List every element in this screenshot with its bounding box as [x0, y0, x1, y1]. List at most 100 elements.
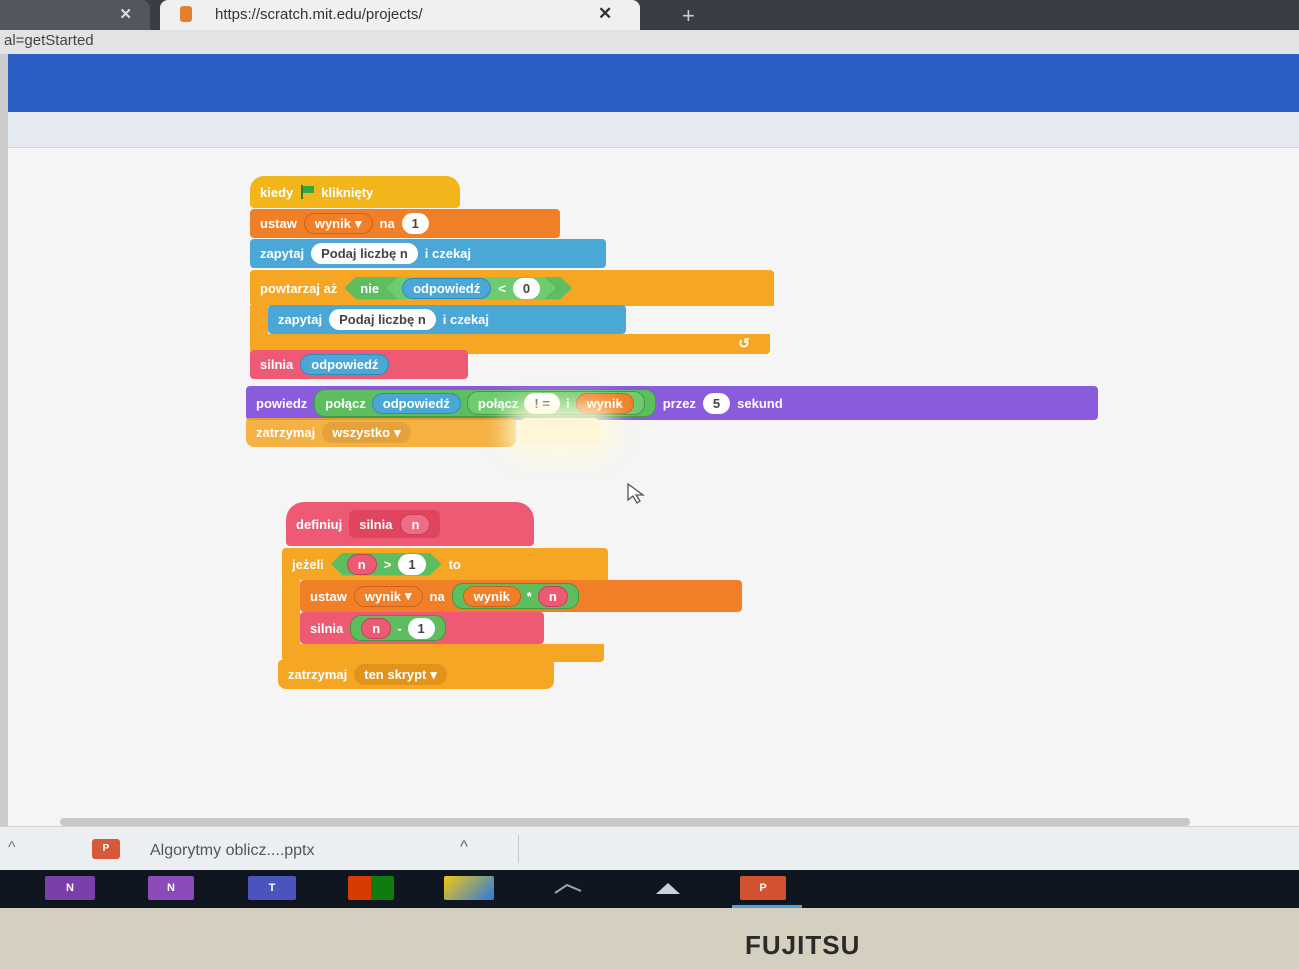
app-icon[interactable] [444, 876, 494, 900]
download-bar: ^ P Algorytmy oblicz....pptx ^ [0, 826, 1299, 870]
stop-all-block[interactable]: zatrzymaj wszystko ▾ [246, 418, 516, 447]
stop-option-dropdown[interactable]: wszystko ▾ [322, 422, 411, 443]
ask-label: zapytaj [278, 312, 323, 327]
variable-dropdown[interactable]: wynik ▾ [303, 213, 373, 234]
param-n-reporter[interactable]: n [537, 585, 568, 607]
procedure-name: silnia [359, 516, 393, 532]
less-than-operator: < [498, 280, 506, 296]
compare-value-input[interactable]: 1 [398, 554, 425, 575]
param-n-reporter[interactable]: n [361, 617, 392, 639]
onenote-icon[interactable]: N [45, 876, 95, 900]
monitor-bezel: FUJITSU [0, 908, 1299, 969]
not-condition[interactable]: nie odpowiedź < 0 [344, 277, 572, 300]
answer-reporter[interactable]: odpowiedź [402, 278, 491, 299]
variable-name: wynik [364, 588, 401, 604]
green-flag-icon [300, 185, 315, 199]
browser-tab-bar: ✕ https://scratch.mit.edu/projects/ ✕ + [0, 0, 1299, 30]
close-tab-icon[interactable]: ✕ [598, 4, 612, 24]
previous-tab[interactable]: ✕ [0, 0, 150, 30]
greater-than-condition[interactable]: n > 1 [331, 553, 442, 576]
if-arm [282, 578, 300, 648]
question-input[interactable]: Podaj liczbę n [329, 309, 436, 330]
code-workspace[interactable] [8, 148, 1299, 828]
procedure-name: silnia [310, 620, 344, 636]
chevron-left-icon[interactable]: ^ [8, 839, 16, 857]
address-bar[interactable]: al=getStarted [0, 30, 1299, 54]
then-label: to [448, 556, 461, 572]
result-reporter[interactable]: wynik [575, 392, 634, 414]
download-file-name[interactable]: Algorytmy oblicz....pptx [150, 842, 315, 860]
seconds-input[interactable]: 5 [702, 392, 731, 414]
chevron-down-icon: ▾ [404, 588, 412, 603]
windows-apps-icon[interactable] [348, 876, 394, 900]
stop-label: zatrzymaj [256, 425, 316, 440]
variable-dropdown[interactable]: wynik ▾ [353, 585, 423, 607]
param-n[interactable]: n [400, 513, 431, 535]
join-label: połącz [325, 395, 366, 411]
scratch-menu-bar [8, 54, 1299, 112]
result-reporter[interactable]: wynik [462, 585, 521, 607]
close-tab-icon[interactable]: ✕ [119, 5, 132, 23]
screen: ✕ https://scratch.mit.edu/projects/ ✕ + … [0, 0, 1299, 969]
divider [518, 835, 519, 863]
subtract-value-input[interactable]: 1 [407, 617, 435, 639]
set-label: ustaw [260, 216, 297, 231]
not-label: nie [360, 280, 380, 296]
set-variable-block[interactable]: ustaw wynik ▾ na 1 [250, 209, 560, 238]
value-input[interactable]: 1 [401, 213, 429, 234]
screen-glare [520, 418, 600, 444]
procedure-name: silnia [260, 357, 294, 372]
multiply-operator: * [526, 588, 532, 604]
if-block[interactable]: jeżeli n > 1 to [282, 548, 608, 580]
define-label: definiuj [296, 516, 343, 532]
join-label: połącz [477, 395, 519, 411]
chevron-down-icon: ▾ [354, 215, 362, 231]
question-input[interactable]: Podaj liczbę n [311, 243, 418, 264]
set-variable-block-inner[interactable]: ustaw wynik ▾ na wynik * n [300, 580, 742, 612]
repeat-until-block[interactable]: powtarzaj aż nie odpowiedź < 0 [250, 270, 774, 306]
compare-value-input[interactable]: 0 [513, 278, 540, 299]
set-label: ustaw [310, 588, 347, 604]
answer-reporter[interactable]: odpowiedź [371, 392, 461, 414]
powerpoint-icon[interactable]: P [740, 876, 786, 900]
chevron-up-icon[interactable]: ^ [460, 837, 468, 857]
ask-label: zapytaj [260, 246, 305, 261]
chevron-down-icon: ▾ [394, 424, 401, 440]
powerpoint-file-icon: P [92, 839, 120, 859]
join-reporter[interactable]: połącz odpowiedź połącz ! = i wynik [314, 389, 656, 417]
answer-reporter[interactable]: odpowiedź [300, 354, 390, 375]
when-flag-clicked-block[interactable]: kiedy kliknięty [250, 176, 460, 208]
ask-and-wait-block-inner[interactable]: zapytaj Podaj liczbę n i czekaj [268, 305, 626, 334]
say-for-secs-block[interactable]: powiedz połącz odpowiedź połącz ! = i wy… [246, 386, 1098, 420]
variable-name: wynik [314, 216, 351, 231]
ask-and-wait-block[interactable]: zapytaj Podaj liczbę n i czekaj [250, 239, 606, 268]
minus-operator: - [397, 620, 402, 636]
teams-icon[interactable]: T [248, 876, 296, 900]
multiply-reporter[interactable]: wynik * n [451, 583, 579, 609]
define-silnia-block[interactable]: definiuj silnia n [286, 502, 534, 546]
editor-toolbar [8, 112, 1299, 148]
window-frame [0, 54, 8, 914]
silnia-call-block[interactable]: silnia odpowiedź [250, 350, 468, 379]
text-input[interactable]: ! = [524, 392, 560, 414]
tab-title: https://scratch.mit.edu/projects/ [215, 6, 423, 23]
monitor-brand-logo: FUJITSU [745, 930, 861, 960]
mouse-pointer-icon [627, 482, 645, 504]
silnia-recursive-call[interactable]: silnia n - 1 [300, 612, 544, 644]
active-tab[interactable]: https://scratch.mit.edu/projects/ ✕ [160, 0, 640, 30]
stop-this-script-block[interactable]: zatrzymaj ten skrypt ▾ [278, 660, 554, 689]
minus-reporter[interactable]: n - 1 [350, 615, 446, 641]
network-icon[interactable] [548, 876, 588, 900]
arrow-icon[interactable] [648, 876, 688, 900]
new-tab-button[interactable]: + [682, 3, 695, 29]
stop-option-dropdown[interactable]: ten skrypt ▾ [354, 664, 447, 685]
join-reporter-inner[interactable]: połącz ! = i wynik [466, 391, 645, 415]
param-n-reporter[interactable]: n [347, 554, 377, 575]
horizontal-scrollbar[interactable] [60, 818, 1190, 826]
less-than-condition[interactable]: odpowiedź < 0 [386, 277, 556, 300]
wait-label: i czekaj [424, 246, 472, 261]
onenote-icon-2[interactable]: N [148, 876, 194, 900]
for-label: przez [662, 395, 696, 411]
to-label: na [379, 216, 395, 231]
if-label: jeżeli [292, 556, 324, 572]
